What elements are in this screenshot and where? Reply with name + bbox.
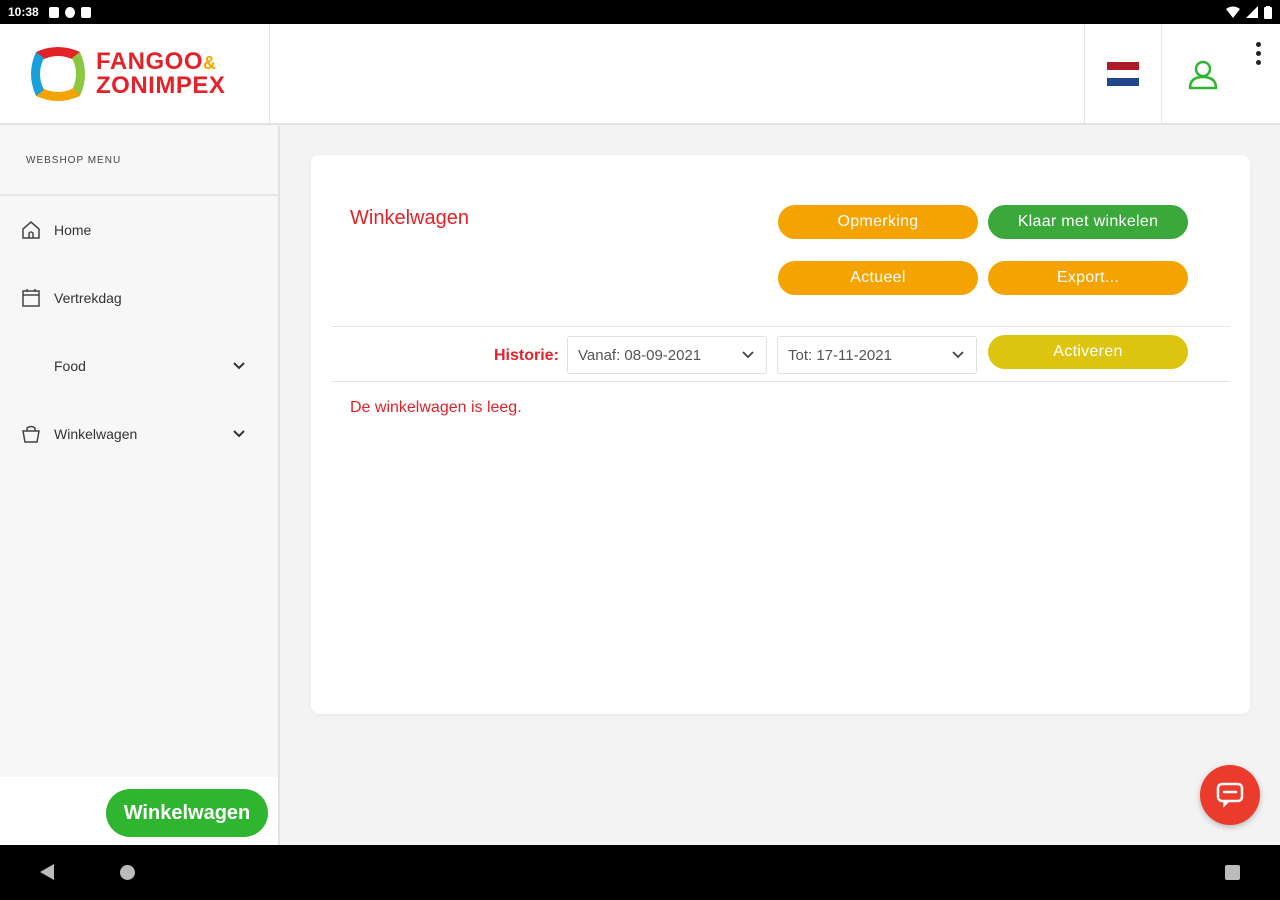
status-time: 10:38 [8, 5, 39, 19]
basket-icon [20, 423, 42, 445]
back-icon[interactable] [40, 864, 54, 880]
home-icon [20, 219, 42, 241]
sidebar-item-label: Home [54, 222, 92, 238]
sidebar-item-food[interactable]: Food [0, 332, 278, 400]
calendar-icon [20, 287, 42, 309]
cart-panel: Winkelwagen Opmerking Klaar met winkelen… [311, 155, 1250, 714]
activeren-button[interactable]: Activeren [988, 335, 1188, 369]
sidebar-title: WEBSHOP MENU [0, 126, 278, 196]
language-selector[interactable] [1084, 24, 1162, 124]
winkelwagen-button[interactable]: Winkelwagen [106, 789, 268, 837]
battery-icon [1264, 5, 1272, 19]
account-button[interactable] [1163, 24, 1243, 124]
chat-button[interactable] [1200, 765, 1260, 825]
export-button[interactable]: Export... [988, 261, 1188, 295]
date-from-value: Vanaf: 08-09-2021 [578, 346, 702, 364]
brand-logo[interactable]: FANGOO& ZONIMPEX [0, 24, 270, 124]
divider [331, 381, 1230, 382]
klaar-met-winkelen-button[interactable]: Klaar met winkelen [988, 205, 1188, 239]
signal-icon [1246, 6, 1258, 18]
actueel-button[interactable]: Actueel [778, 261, 978, 295]
notification-icon [64, 6, 75, 18]
dutch-flag-icon [1107, 62, 1139, 86]
chat-bubble-icon [1216, 782, 1244, 808]
home-nav-icon[interactable] [120, 865, 135, 880]
sidebar-item-label: Vertrekdag [54, 290, 122, 306]
date-from-select[interactable]: Vanaf: 08-09-2021 [567, 336, 767, 374]
opmerking-button[interactable]: Opmerking [778, 205, 978, 239]
sidebar-item-label: Food [54, 358, 86, 374]
chevron-down-icon [233, 362, 245, 370]
recent-apps-icon[interactable] [1225, 865, 1240, 880]
logo-mark-icon [31, 47, 85, 101]
chevron-down-icon [233, 430, 245, 438]
brand-line2: ZONIMPEX [96, 72, 226, 99]
sidebar-footer: Winkelwagen [0, 777, 278, 845]
divider [331, 326, 1230, 327]
notification-icon [48, 6, 59, 18]
sidebar: WEBSHOP MENU Home Vertrekdag Food Winkel… [0, 126, 280, 845]
app-header: FANGOO& ZONIMPEX [0, 24, 1280, 125]
sidebar-item-winkelwagen[interactable]: Winkelwagen [0, 400, 278, 468]
empty-cart-message: De winkelwagen is leeg. [350, 399, 522, 416]
date-to-select[interactable]: Tot: 17-11-2021 [777, 336, 977, 374]
sidebar-item-home[interactable]: Home [0, 196, 278, 264]
user-icon [1188, 60, 1218, 90]
history-label: Historie: [494, 347, 559, 364]
more-options-icon[interactable] [1244, 38, 1272, 68]
status-bar: 10:38 [0, 0, 1280, 24]
notification-icon [80, 6, 91, 18]
sidebar-item-vertrekdag[interactable]: Vertrekdag [0, 264, 278, 332]
brand-text: FANGOO& ZONIMPEX [96, 50, 225, 98]
sidebar-item-label: Winkelwagen [54, 426, 138, 442]
status-notification-icons [48, 6, 91, 18]
brand-line1: FANGOO [96, 48, 204, 75]
chevron-down-icon [742, 351, 754, 359]
brand-ampersand: & [203, 53, 217, 73]
chevron-down-icon [952, 351, 964, 359]
date-to-value: Tot: 17-11-2021 [788, 346, 892, 364]
system-nav-bar [0, 845, 1280, 900]
status-system-icons [1226, 5, 1272, 19]
page-title: Winkelwagen [350, 207, 469, 229]
wifi-icon [1226, 6, 1240, 18]
